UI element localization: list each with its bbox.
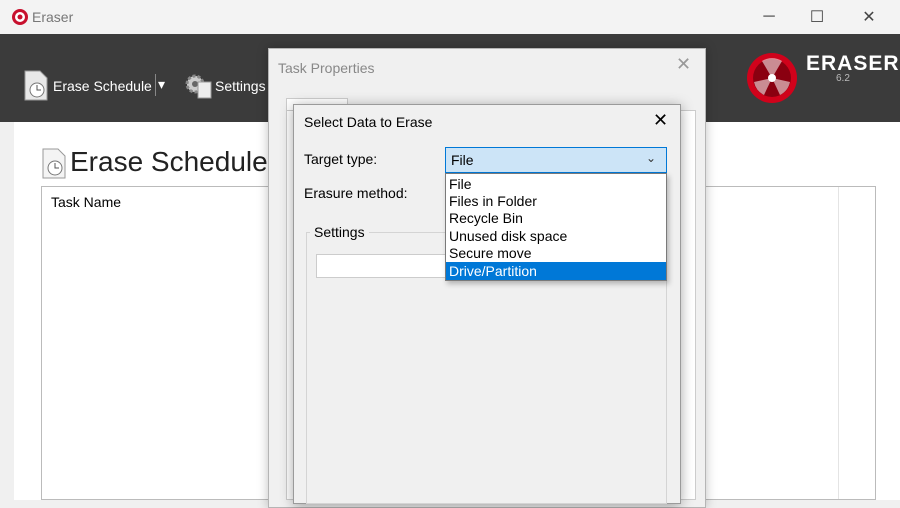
option-recycle-bin[interactable]: Recycle Bin xyxy=(446,209,666,227)
maximize-button[interactable]: ☐ xyxy=(794,0,840,34)
page-title-icon xyxy=(42,148,66,179)
schedule-document-icon xyxy=(24,70,48,101)
settings-path-input[interactable] xyxy=(316,254,456,278)
select-data-close-button[interactable]: ✕ xyxy=(653,110,668,131)
minimize-button[interactable]: ─ xyxy=(746,0,792,34)
erase-schedule-button[interactable]: Erase Schedule xyxy=(22,70,152,102)
logo-name: ERASER xyxy=(806,52,900,75)
window-title: Eraser xyxy=(32,9,74,25)
option-secure-move[interactable]: Secure move xyxy=(446,244,666,262)
app-logo-icon xyxy=(12,9,28,25)
column-divider xyxy=(838,187,839,499)
eraser-radiation-logo-icon xyxy=(747,53,797,103)
target-type-dropdown[interactable]: File Files in Folder Recycle Bin Unused … xyxy=(445,173,667,281)
target-type-value: File xyxy=(451,152,474,168)
toolbar-separator xyxy=(155,74,156,96)
option-drive-partition[interactable]: Drive/Partition xyxy=(446,262,666,280)
select-data-title: Select Data to Erase xyxy=(304,114,433,130)
settings-label: Settings xyxy=(215,78,266,94)
logo-version: 6.2 xyxy=(836,73,850,84)
task-properties-title: Task Properties xyxy=(278,60,375,76)
settings-group-label: Settings xyxy=(310,224,369,240)
option-file[interactable]: File xyxy=(446,175,666,193)
page-title: Erase Schedule xyxy=(70,146,268,177)
erasure-method-label: Erasure method: xyxy=(304,185,408,201)
task-properties-close-button[interactable]: ✕ xyxy=(676,54,691,75)
option-unused-disk-space[interactable]: Unused disk space xyxy=(446,227,666,245)
erase-schedule-label: Erase Schedule xyxy=(53,78,152,94)
settings-button[interactable]: Settings xyxy=(184,70,268,102)
erase-schedule-dropdown-arrow[interactable]: ▾ xyxy=(158,76,165,93)
option-files-in-folder[interactable]: Files in Folder xyxy=(446,192,666,210)
gear-icon xyxy=(185,74,212,99)
column-header-task-name[interactable]: Task Name xyxy=(51,194,121,210)
target-type-select[interactable] xyxy=(445,147,667,173)
chevron-down-icon[interactable]: ⌄ xyxy=(646,151,656,165)
target-type-label: Target type: xyxy=(304,151,378,167)
close-button[interactable]: ✕ xyxy=(846,0,892,34)
